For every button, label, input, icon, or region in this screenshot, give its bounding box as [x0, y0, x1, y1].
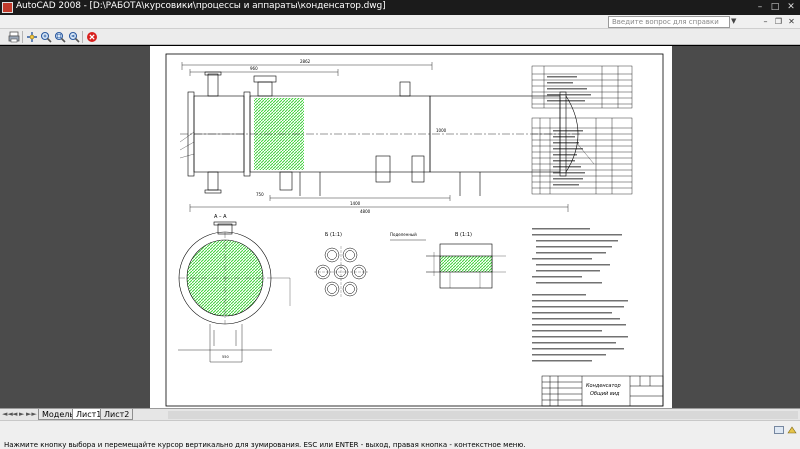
detail-b-view: [314, 246, 368, 298]
nozzle-table: [531, 65, 633, 109]
drawing-workspace[interactable]: 2862 960 1400 4800 1000 750 А – А 550 Б …: [0, 46, 800, 412]
help-dropdown-icon[interactable]: ▼: [731, 17, 736, 25]
layout-tabs-bar: ◄◄ ◄ ► ►► Модель Лист1 Лист2: [0, 408, 800, 420]
close-icon[interactable]: [86, 31, 98, 43]
tab-prev-button[interactable]: ◄: [12, 410, 17, 418]
zoom-previous-icon[interactable]: [68, 31, 80, 43]
status-tray-icon[interactable]: [774, 426, 784, 434]
print-icon[interactable]: [8, 31, 20, 43]
status-tray-icon[interactable]: [787, 426, 797, 434]
paper-sheet: 2862 960 1400 4800 1000 750 А – А 550 Б …: [150, 46, 672, 412]
specification-table-text: [553, 130, 585, 186]
command-prompt-text: Нажмите кнопку выбора и перемещайте курс…: [4, 441, 526, 449]
minimize-button[interactable]: –: [753, 1, 767, 13]
command-line[interactable]: Нажмите кнопку выбора и перемещайте курс…: [0, 420, 800, 449]
title-bar: AutoCAD 2008 - [D:\РАБОТА\курсовики\проц…: [0, 0, 800, 15]
detail-leader-label: Поделенный: [390, 232, 417, 237]
dimension-label: 2862: [300, 59, 311, 64]
document-close-button[interactable]: ✕: [786, 16, 797, 27]
dimension-label: 960: [250, 66, 258, 71]
toolbar-separator: [22, 31, 23, 43]
pan-icon[interactable]: [26, 31, 38, 43]
menu-bar: Введите вопрос для справки ▼ – ❐ ✕: [0, 15, 800, 29]
tab-sheet2[interactable]: Лист2: [100, 409, 134, 420]
maximize-button[interactable]: □: [768, 1, 782, 13]
document-restore-button[interactable]: ❐: [773, 16, 784, 27]
dimension-label: 750: [256, 192, 264, 197]
dimension-label: 1400: [350, 201, 361, 206]
section-a-a-view: [178, 221, 291, 363]
tab-last-button[interactable]: ►►: [26, 410, 37, 418]
close-button[interactable]: ✕: [784, 1, 798, 13]
specification-table: [531, 117, 633, 195]
technical-requirements: [532, 228, 628, 362]
section-a-label: А – А: [214, 214, 227, 220]
window-title: AutoCAD 2008 - [D:\РАБОТА\курсовики\проц…: [16, 1, 386, 11]
drawing-canvas[interactable]: 2862 960 1400 4800 1000 750 А – А 550 Б …: [150, 46, 672, 412]
dimension-label: 1000: [436, 128, 447, 133]
toolbar-separator: [82, 31, 83, 43]
zoom-realtime-icon[interactable]: [40, 31, 52, 43]
horizontal-scrollbar[interactable]: [168, 411, 798, 419]
dimension-label: 550: [222, 355, 229, 359]
detail-b-label: Б (1:1): [325, 232, 342, 238]
title-block-subtitle: Общий вид: [590, 391, 620, 397]
tab-next-button[interactable]: ►: [19, 410, 24, 418]
toolbar: [0, 29, 800, 45]
drawing-frame: [165, 53, 664, 407]
zoom-window-icon[interactable]: [54, 31, 66, 43]
detail-v-view: [426, 243, 506, 289]
detail-v-label: В (1:1): [455, 232, 472, 238]
dimension-label: 4800: [360, 209, 371, 214]
help-search-input[interactable]: Введите вопрос для справки: [608, 16, 730, 28]
title-block-name: Конденсатор: [586, 383, 621, 389]
autocad-app-icon[interactable]: [2, 2, 13, 13]
document-minimize-button[interactable]: –: [760, 16, 771, 27]
